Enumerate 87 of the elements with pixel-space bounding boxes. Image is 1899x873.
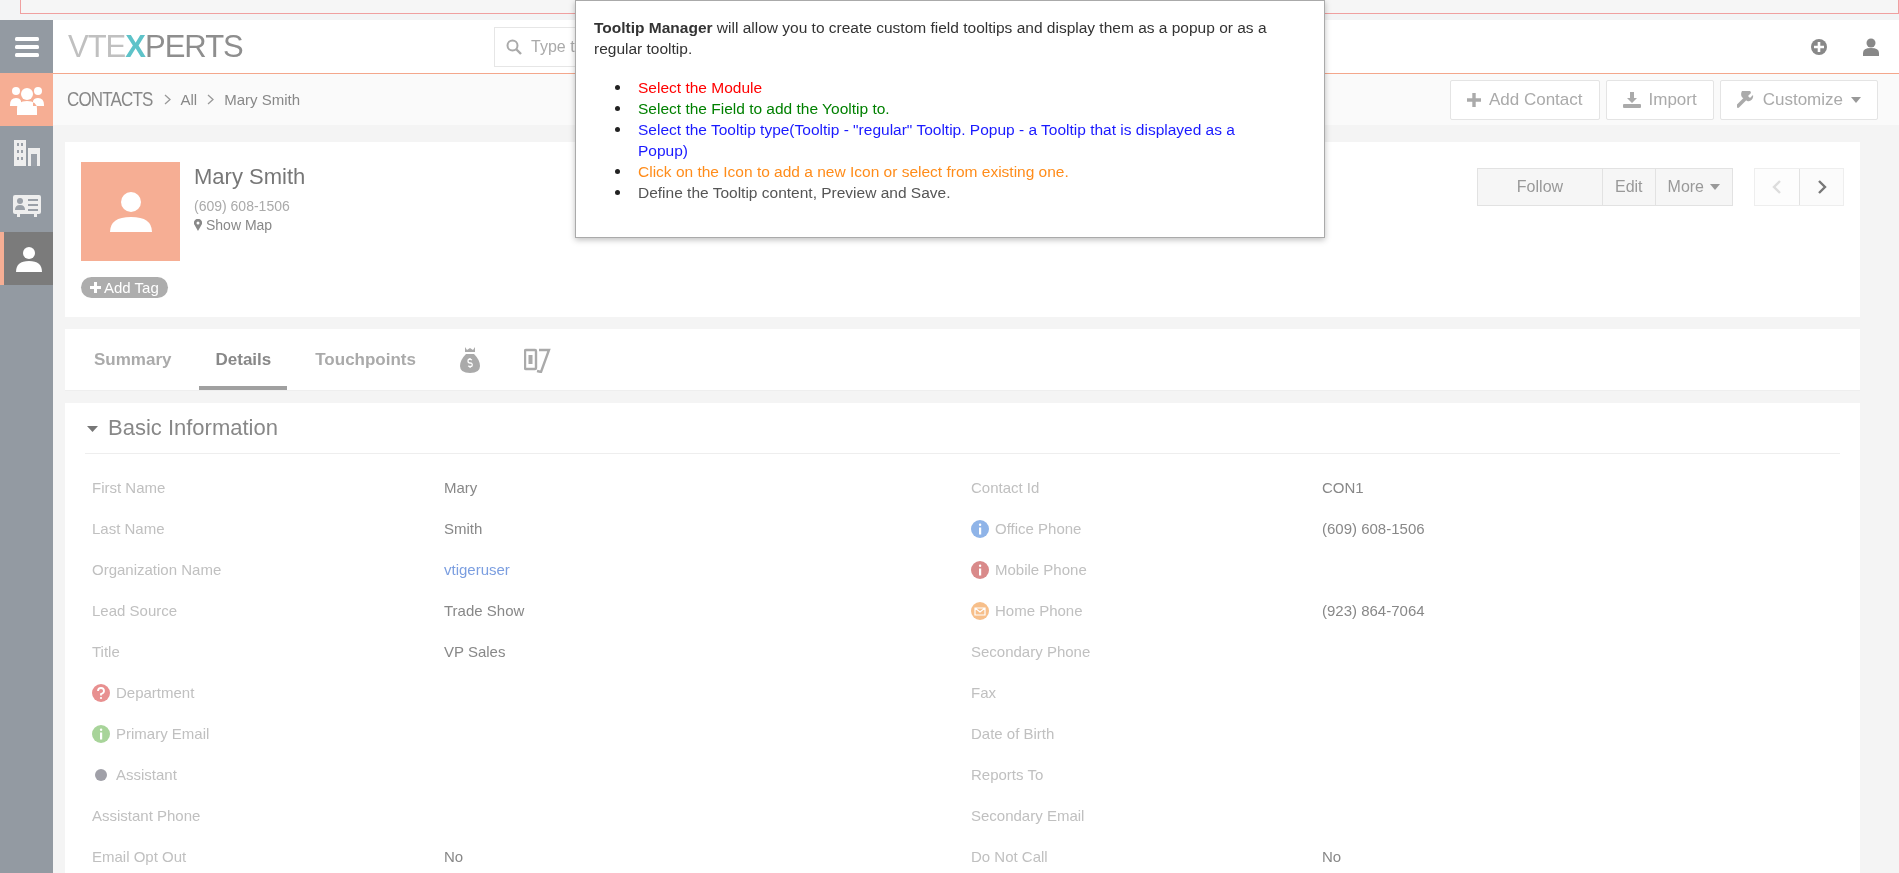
record-name: Mary Smith xyxy=(194,164,306,190)
field-label: Assistant xyxy=(116,766,177,783)
people-icon xyxy=(9,84,44,115)
map-pin-icon xyxy=(194,219,202,231)
info-icon[interactable] xyxy=(971,519,989,538)
field-label: Office Phone xyxy=(995,520,1082,537)
breadcrumb-item[interactable]: CONTACTS xyxy=(67,88,153,111)
person-icon xyxy=(15,245,42,272)
download-icon xyxy=(1622,91,1641,108)
next-button[interactable] xyxy=(1799,169,1843,205)
plus-icon xyxy=(90,282,101,293)
bullet-icon xyxy=(615,190,620,195)
field-value: No xyxy=(1322,848,1342,865)
show-map-link[interactable]: Show Map xyxy=(194,217,306,233)
tickets-icon xyxy=(523,346,552,373)
breadcrumb-item[interactable]: Mary Smith xyxy=(224,91,301,108)
action-button[interactable]: Import xyxy=(1605,79,1714,120)
field-label: Home Phone xyxy=(995,602,1083,619)
field-label: Primary Email xyxy=(116,725,210,742)
field-value: Smith xyxy=(444,520,483,537)
info-icon[interactable] xyxy=(971,560,989,579)
plus-icon xyxy=(1466,92,1481,107)
field-label: First Name xyxy=(92,479,166,496)
bullet-icon xyxy=(615,127,620,132)
question-icon[interactable] xyxy=(92,683,110,702)
field-label: Lead Source xyxy=(92,602,178,619)
field-value: (609) 608-1506 xyxy=(1322,520,1425,537)
action-button[interactable]: Add Contact xyxy=(1449,79,1600,120)
sidebar-item[interactable] xyxy=(0,232,53,285)
field-label: Reports To xyxy=(971,766,1044,783)
info-icon[interactable] xyxy=(92,724,110,743)
user-icon[interactable] xyxy=(1863,37,1879,56)
search-icon xyxy=(506,38,522,55)
field-label: Fax xyxy=(971,684,996,701)
field-value: (923) 864-7064 xyxy=(1322,602,1425,619)
step-text: Select the Field to add the Yooltip to. xyxy=(638,100,890,117)
field-value: VP Sales xyxy=(444,643,506,660)
field-label: Date of Birth xyxy=(971,725,1055,742)
breadcrumb-item[interactable]: All xyxy=(180,91,198,108)
phone-number: (609) 608-1506 xyxy=(194,198,291,214)
section-title: Basic Information xyxy=(108,415,278,441)
sidebar-item[interactable] xyxy=(0,73,53,126)
chevron-left-icon xyxy=(1772,180,1782,194)
chevron-right-icon xyxy=(1816,180,1827,194)
field-value: No xyxy=(444,848,464,865)
chevron-icon xyxy=(163,94,171,105)
field-label: Organization Name xyxy=(92,561,222,578)
field-label: Last Name xyxy=(92,520,165,537)
envelope-icon[interactable] xyxy=(971,601,989,620)
logo[interactable]: VTEXPERTS xyxy=(68,28,298,65)
field-label: Title xyxy=(92,643,120,660)
menu-icon xyxy=(14,35,39,58)
add-icon[interactable] xyxy=(1810,37,1828,56)
field-value: Trade Show xyxy=(444,602,525,619)
field-label: Do Not Call xyxy=(971,848,1048,865)
record-button[interactable]: More xyxy=(1654,169,1732,205)
chevron-icon xyxy=(207,94,215,105)
field-label: Secondary Phone xyxy=(971,643,1091,660)
field-label: Contact Id xyxy=(971,479,1040,496)
money-bag-icon xyxy=(459,346,480,373)
field-value: Mary xyxy=(444,479,478,496)
person-icon xyxy=(109,191,152,232)
field-label: Email Opt Out xyxy=(92,848,187,865)
tab[interactable]: Summary xyxy=(78,329,188,390)
tooltip-text: Tooltip Manager will allow you to create custom field tooltips and display them as a popup or as a regular tooltip. xyxy=(594,18,1268,59)
wrench-icon xyxy=(1736,90,1755,109)
field-value: CON1 xyxy=(1322,479,1364,496)
tab[interactable]: Touchpoints xyxy=(299,329,432,390)
step-text: Select the Tooltip type(Tooltip - "regular" Tooltip. Popup - a Tooltip that is displayed as a Popup) xyxy=(638,121,1235,159)
tab[interactable]: Details xyxy=(199,329,288,390)
bullet-icon xyxy=(615,169,620,174)
field-label: Secondary Email xyxy=(971,807,1085,824)
building-icon xyxy=(13,139,40,166)
record-button[interactable]: Follow xyxy=(1477,169,1602,205)
id-card-icon xyxy=(12,194,41,217)
field-label: Department xyxy=(116,684,195,701)
field-link[interactable]: vtigeruser xyxy=(444,561,510,578)
add-tag-button[interactable]: Add Tag xyxy=(81,277,168,298)
action-button[interactable]: Customize xyxy=(1719,79,1878,120)
step-text: Click on the Icon to add a new Icon or select from existing one. xyxy=(638,163,1069,180)
bullet-icon xyxy=(615,106,620,111)
bullet-icon xyxy=(615,85,620,90)
field-label: Mobile Phone xyxy=(995,561,1087,578)
step-text: Define the Tooltip content, Preview and Save. xyxy=(638,184,951,201)
step-text: Select the Module xyxy=(638,79,763,96)
record-button[interactable]: Edit xyxy=(1601,169,1655,205)
field-label: Assistant Phone xyxy=(92,807,201,824)
